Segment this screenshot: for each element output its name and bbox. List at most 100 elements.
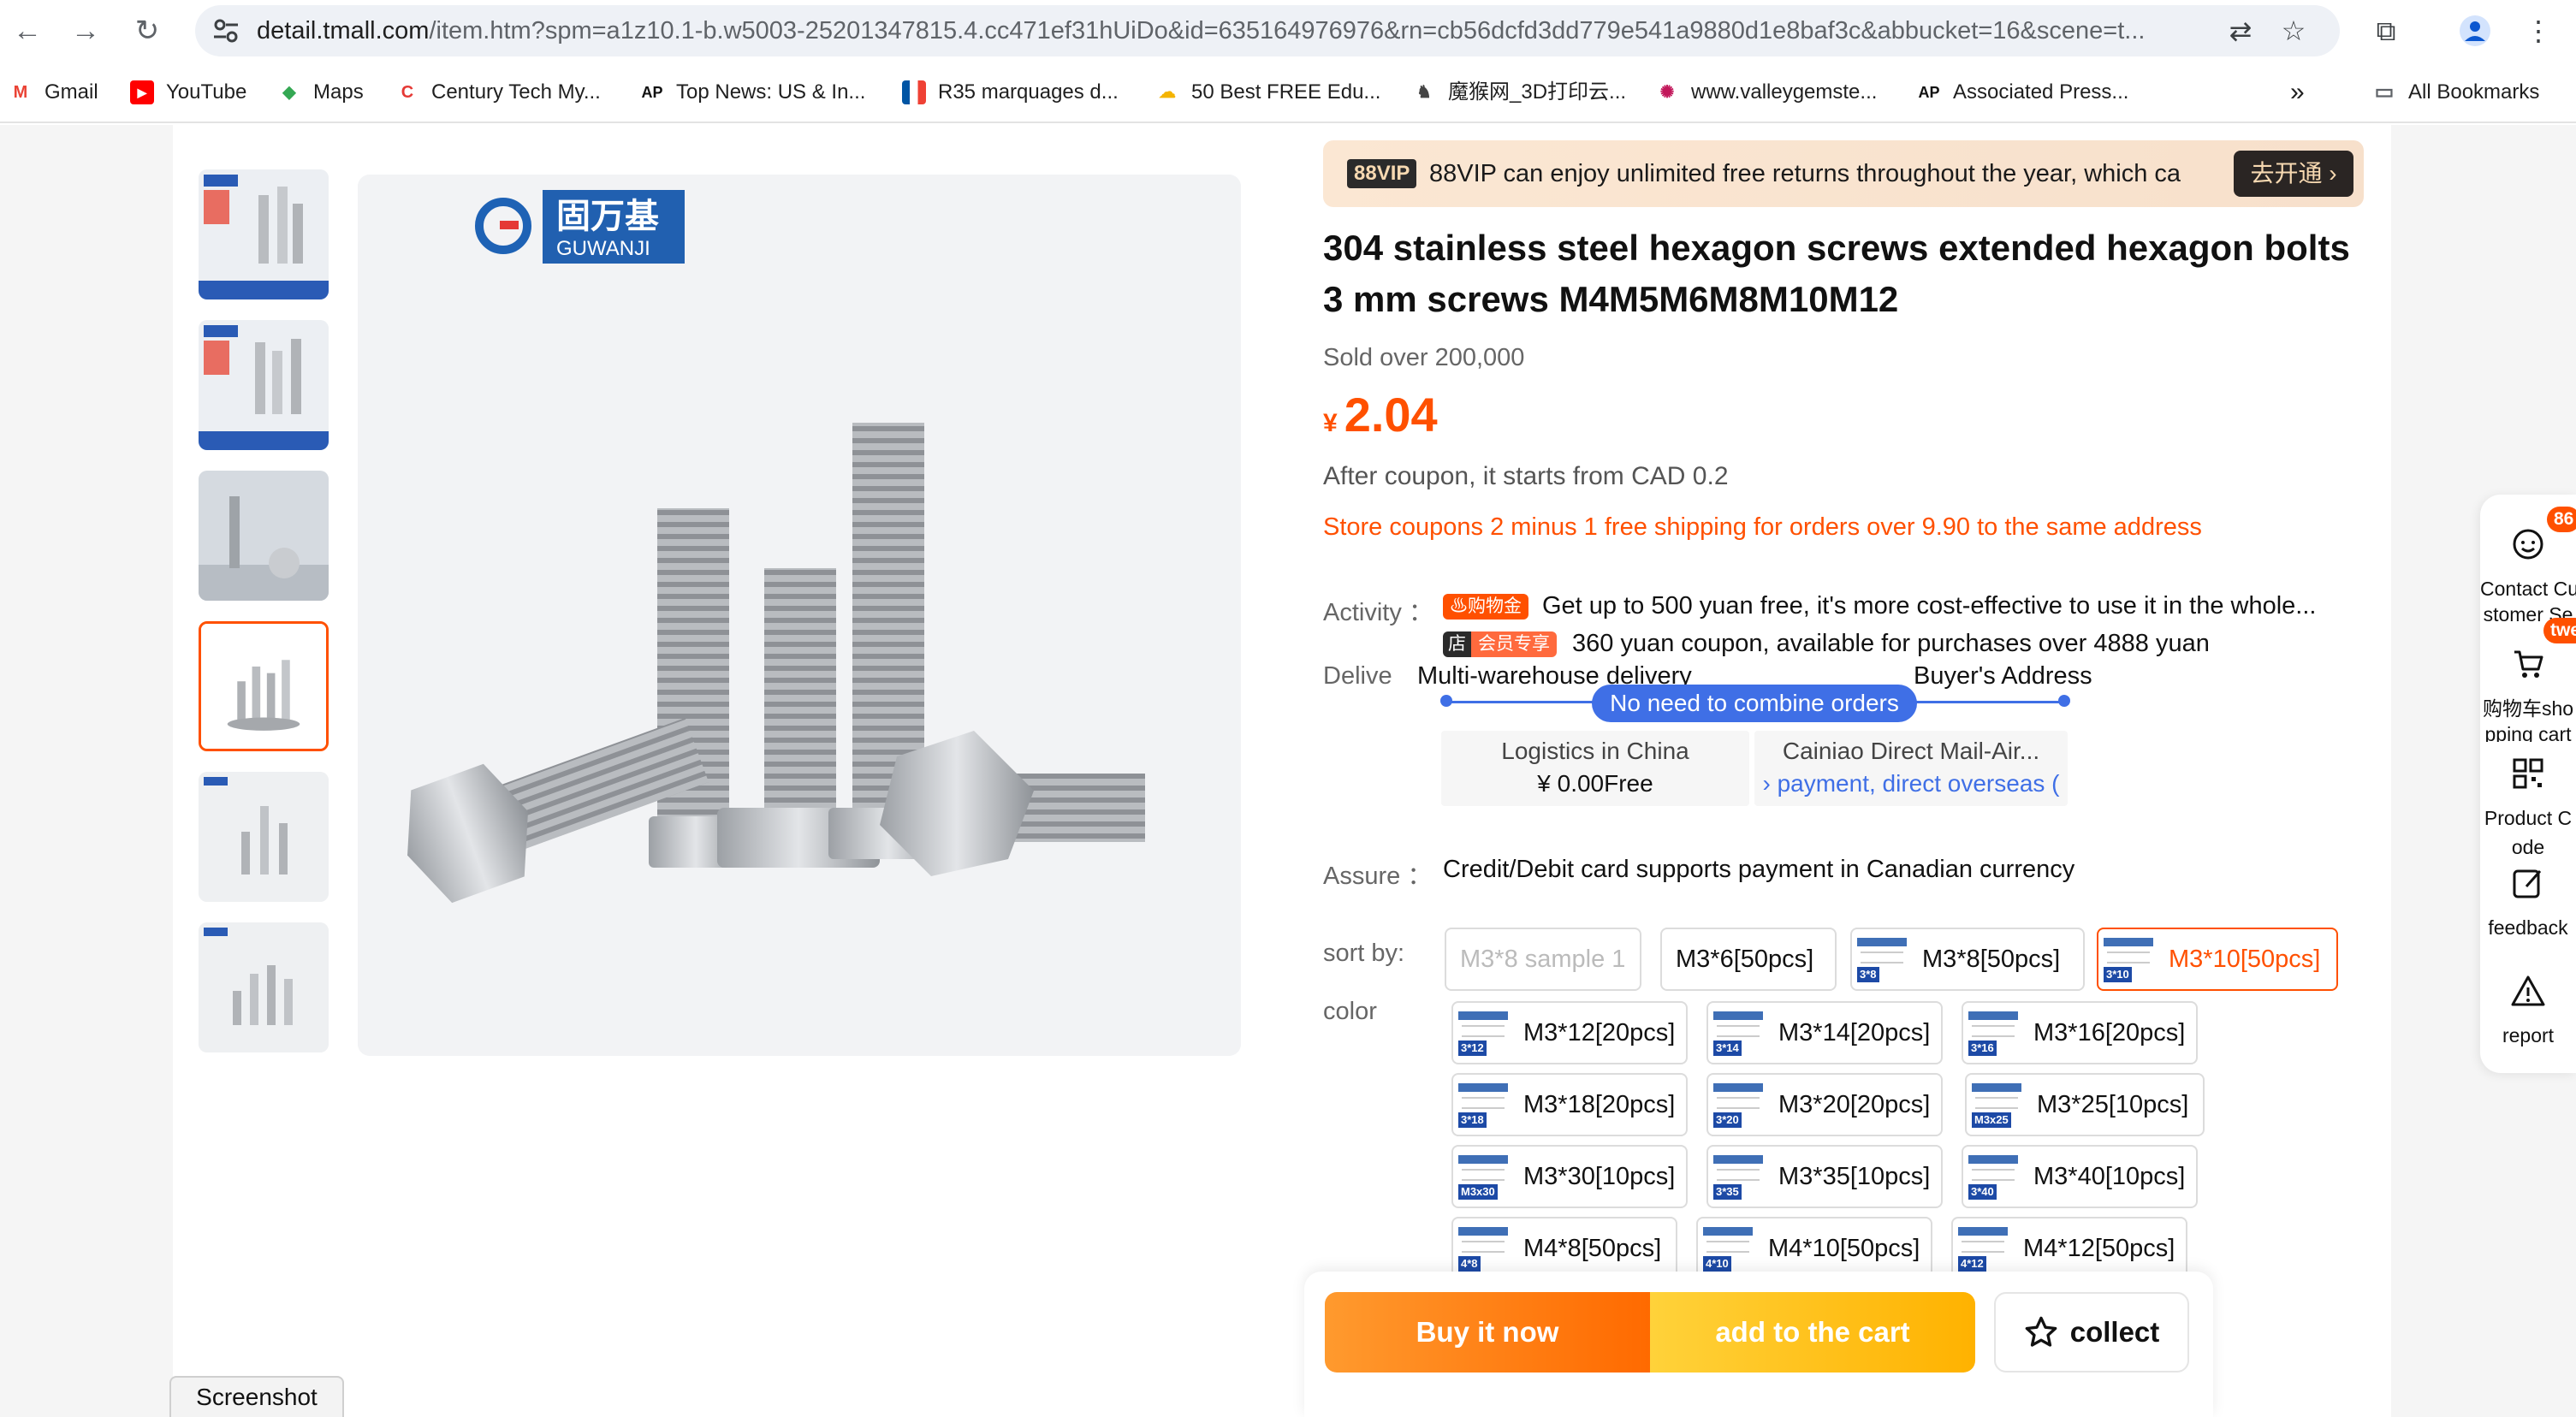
option-thumbnail-icon: 3*40 <box>1968 1153 2018 1200</box>
all-bookmarks[interactable]: ▭ All Bookmarks <box>2372 77 2540 108</box>
option-label: M4*10[50pcs] <box>1768 1234 1920 1262</box>
bookmark-youtube[interactable]: ▶ YouTube <box>130 77 246 108</box>
option-chip[interactable]: 4*10 M4*10[50pcs] <box>1696 1217 1932 1280</box>
product-code-item[interactable]: Product C ode <box>2480 755 2576 862</box>
translate-icon[interactable]: ⇄ <box>2225 15 2256 46</box>
screenshot-tab[interactable]: Screenshot <box>169 1376 344 1417</box>
shopping-cart-item[interactable]: 购物车sho pping cart <box>2480 645 2576 742</box>
option-chip[interactable]: 4*8 M4*8[50pcs] <box>1451 1217 1677 1280</box>
option-label: M3*18[20pcs] <box>1523 1090 1676 1118</box>
collect-button[interactable]: collect <box>1994 1292 2189 1373</box>
option-label: M3*40[10pcs] <box>2033 1162 2186 1190</box>
thumbnail-5[interactable] <box>199 772 329 902</box>
customer-service-icon <box>2513 529 2543 560</box>
option-label: M4*8[50pcs] <box>1523 1234 1662 1262</box>
option-thumbnail-icon: 3*12 <box>1458 1010 1508 1056</box>
main-product-image[interactable]: 固万基 GUWANJI <box>358 175 1241 1056</box>
thumbnail-6[interactable] <box>199 922 329 1052</box>
bookmark-edu[interactable]: ☁ 50 Best FREE Edu... <box>1155 77 1380 108</box>
option-thumbnail-icon: 4*12 <box>1958 1225 2008 1272</box>
bookmark-mohou[interactable]: ♞ 魔猴网_3D打印云... <box>1412 77 1626 108</box>
century-icon: C <box>401 83 414 102</box>
thumbnail-4[interactable] <box>199 621 329 751</box>
option-chip[interactable]: 3*18 M3*18[20pcs] <box>1451 1073 1688 1136</box>
option-chip[interactable]: 3*35 M3*35[10pcs] <box>1706 1145 1943 1208</box>
option-chip[interactable]: 3*40 M3*40[10pcs] <box>1962 1145 2198 1208</box>
feedback-item[interactable]: feedback <box>2480 864 2576 942</box>
color-label: color <box>1323 998 1377 1025</box>
back-arrow-icon[interactable]: ← <box>10 14 45 48</box>
valley-icon: ✺ <box>1659 83 1675 102</box>
option-thumbnail-icon: 4*8 <box>1458 1225 1508 1272</box>
bookmark-century[interactable]: C Century Tech My... <box>395 77 601 108</box>
bookmark-gmail[interactable]: M Gmail <box>9 77 98 108</box>
guwanji-logo: 固万基 GUWANJI <box>475 190 685 264</box>
option-chip[interactable]: 4*12 M4*12[50pcs] <box>1951 1217 2187 1280</box>
option-chip[interactable]: 3*14 M3*14[20pcs] <box>1706 1001 1943 1064</box>
shopping-cart-icon <box>2514 650 2543 678</box>
thumbnail-1[interactable] <box>199 169 329 299</box>
option-thumbnail-icon: 3*20 <box>1713 1082 1763 1128</box>
thumbnail-3[interactable] <box>199 471 329 601</box>
option-chip[interactable]: 3*20 M3*20[20pcs] <box>1706 1073 1943 1136</box>
option-thumbnail-icon: 3*10 <box>2104 936 2153 982</box>
vip-badge: 88VIP <box>1347 159 1417 188</box>
shopping-gold-tag: ♨购物金 <box>1443 593 1528 620</box>
option-chip[interactable]: M3x25 M3*25[10pcs] <box>1965 1073 2205 1136</box>
menu-kebab-icon[interactable]: ⋮ <box>2521 14 2555 48</box>
edu-icon: ☁ <box>1159 83 1176 102</box>
vip-banner: 88VIP 88VIP can enjoy unlimited free ret… <box>1323 140 2364 207</box>
feedback-edit-icon <box>2513 869 2542 898</box>
vip-activate-button[interactable]: 去开通 › <box>2234 151 2353 197</box>
logistics-cainiao-sub: › payment, direct overseas ( <box>1762 770 2060 797</box>
thumbnail-2[interactable] <box>199 320 329 450</box>
option-chip[interactable]: M3x30 M3*30[10pcs] <box>1451 1145 1688 1208</box>
bookmark-top-news[interactable]: AP Top News: US & In... <box>640 77 865 108</box>
logistics-china-box[interactable]: Logistics in China ¥ 0.00Free <box>1441 731 1749 806</box>
bookmark-valley[interactable]: ✺ www.valleygemste... <box>1655 77 1878 108</box>
profile-avatar-icon[interactable] <box>2458 14 2492 48</box>
bookmark-ap[interactable]: AP Associated Press... <box>1917 77 2128 108</box>
store-coupons-link[interactable]: Store coupons 2 minus 1 free shipping fo… <box>1323 513 2202 542</box>
add-to-cart-button[interactable]: add to the cart <box>1650 1292 1975 1373</box>
option-chip[interactable]: 3*10 M3*10[50pcs] <box>2097 928 2338 991</box>
forward-arrow-icon[interactable]: → <box>68 14 103 48</box>
sold-count: Sold over 200,000 <box>1323 344 1525 371</box>
contact-customer-service[interactable]: Contact Cu stomer Se <box>2480 525 2576 622</box>
option-thumbnail-icon: M3x25 <box>1972 1082 2021 1128</box>
address-bar[interactable]: detail.tmall.com/item.htm?spm=a1z10.1-b.… <box>195 5 2340 56</box>
option-label: M3*8 sample 1 <box>1460 945 1626 973</box>
report-item[interactable]: report <box>2480 972 2576 1050</box>
option-chip[interactable]: M3*8 sample 1 <box>1445 928 1641 991</box>
option-chip[interactable]: 3*8 M3*8[50pcs] <box>1850 928 2085 991</box>
gmail-icon: M <box>13 83 28 102</box>
vip-text: 88VIP can enjoy unlimited free returns t… <box>1429 160 2181 187</box>
bookmark-star-icon[interactable]: ☆ <box>2278 15 2309 46</box>
option-thumbnail-icon: 3*16 <box>1968 1010 2018 1056</box>
bookmark-maps[interactable]: ◆ Maps <box>277 77 363 108</box>
url-text[interactable]: detail.tmall.com/item.htm?spm=a1z10.1-b.… <box>257 17 2225 45</box>
option-label: M3*35[10pcs] <box>1778 1162 1931 1190</box>
option-chip[interactable]: 3*16 M3*16[20pcs] <box>1962 1001 2198 1064</box>
site-settings-icon[interactable] <box>211 15 241 46</box>
price-currency: ¥ <box>1323 409 1338 437</box>
activity-row-2[interactable]: 店会员专享 360 yuan coupon, available for pur… <box>1443 630 2210 658</box>
option-chip[interactable]: 3*12 M3*12[20pcs] <box>1451 1001 1688 1064</box>
reload-icon[interactable]: ↻ <box>130 14 164 48</box>
side-widget: 86 Contact Cu stomer Se twe 购物车sho pping… <box>2480 495 2576 1073</box>
more-bookmarks-chevron-icon[interactable]: » <box>2290 77 2305 108</box>
logistics-cainiao-title: Cainiao Direct Mail-Air... <box>1782 738 2040 764</box>
activity-row-1[interactable]: ♨购物金 Get up to 500 yuan free, it's more … <box>1443 592 2316 620</box>
option-chip[interactable]: M3*6[50pcs] <box>1660 928 1837 991</box>
bookmark-r35[interactable]: R35 marquages d... <box>902 77 1119 108</box>
price-value: 2.04 <box>1344 388 1438 442</box>
brand-cn: 固万基 <box>556 198 659 235</box>
bookmarks-bar: M Gmail ▶ YouTube ◆ Maps C Century Tech My..… <box>0 62 2576 123</box>
logistics-china-price: ¥ 0.00Free <box>1537 770 1653 797</box>
option-thumbnail-icon: M3x30 <box>1458 1153 1508 1200</box>
extensions-icon[interactable]: ⧉ <box>2369 14 2403 48</box>
logistics-cainiao-box[interactable]: Cainiao Direct Mail-Air... › payment, di… <box>1754 731 2068 806</box>
action-bar: Buy it now add to the cart collect <box>1304 1272 2213 1417</box>
option-label: M3*8[50pcs] <box>1922 945 2061 973</box>
buy-now-button[interactable]: Buy it now <box>1325 1292 1650 1373</box>
